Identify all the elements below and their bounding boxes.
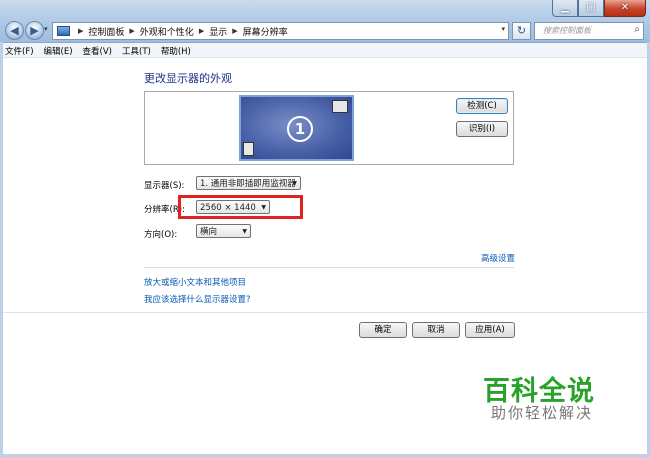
window-thumbnail-icon: [332, 100, 348, 113]
orientation-select[interactable]: 横向 ▼: [196, 224, 251, 238]
search-placeholder: 搜索控制面板: [543, 26, 591, 35]
refresh-button[interactable]: ↻: [512, 22, 531, 40]
breadcrumb-separator-icon[interactable]: ▶: [129, 27, 134, 35]
display-settings-help-link[interactable]: 我应该选择什么显示器设置?: [144, 293, 251, 305]
divider: [144, 267, 514, 268]
window-thumbnail-icon: [243, 142, 254, 156]
orientation-label: 方向(O):: [144, 230, 178, 240]
search-input[interactable]: 搜索控制面板 ⌕: [534, 22, 644, 40]
footer-divider: [3, 312, 647, 313]
maximize-button[interactable]: □: [578, 0, 604, 17]
chevron-down-icon: ▼: [242, 228, 247, 235]
recent-pages-dropdown[interactable]: ▾: [44, 25, 48, 33]
back-button[interactable]: ◀: [5, 21, 24, 40]
menu-bar: 文件(F) 编辑(E) 查看(V) 工具(T) 帮助(H): [0, 43, 650, 58]
page-title: 更改显示器的外观: [144, 72, 232, 85]
breadcrumb-appearance[interactable]: 外观和个性化: [140, 25, 194, 38]
menu-tools[interactable]: 工具(T): [117, 43, 156, 57]
address-bar[interactable]: ▶ 控制面板 ▶ 外观和个性化 ▶ 显示 ▶ 屏幕分辨率 ▾: [52, 22, 509, 40]
menu-file[interactable]: 文件(F): [0, 43, 39, 57]
search-icon[interactable]: ⌕: [634, 24, 640, 35]
close-button[interactable]: ✕: [604, 0, 646, 17]
apply-button[interactable]: 应用(A): [465, 322, 515, 338]
control-panel-icon: [57, 26, 70, 36]
breadcrumb-separator-icon[interactable]: ▶: [78, 27, 83, 35]
text-size-link[interactable]: 放大或缩小文本和其他项目: [144, 276, 246, 288]
menu-edit[interactable]: 编辑(E): [39, 43, 78, 57]
orientation-select-value: 横向: [200, 227, 218, 237]
monitor-1-tile[interactable]: 1: [239, 95, 354, 161]
display-select-value: 1. 通用非即插即用监视器: [200, 179, 296, 189]
display-label: 显示器(S):: [144, 181, 185, 191]
window-frame-left: [0, 42, 3, 457]
breadcrumb-display[interactable]: 显示: [209, 25, 227, 38]
breadcrumb-separator-icon[interactable]: ▶: [232, 27, 237, 35]
menu-help[interactable]: 帮助(H): [156, 43, 196, 57]
highlight-annotation-box: [178, 195, 303, 219]
chevron-down-icon: ▼: [292, 180, 297, 187]
breadcrumb-screen-resolution[interactable]: 屏幕分辨率: [243, 25, 288, 38]
minimize-button[interactable]: ▁: [552, 0, 578, 17]
window-controls: ▁ □ ✕: [552, 0, 646, 18]
detect-button[interactable]: 检测(C): [456, 98, 508, 114]
window-titlebar: ▁ □ ✕ ◀ ▶ ▾ ▶ 控制面板 ▶ 外观和个性化 ▶ 显示 ▶ 屏幕分辨率…: [0, 0, 650, 43]
forward-button[interactable]: ▶: [25, 21, 44, 40]
menu-view[interactable]: 查看(V): [78, 43, 117, 57]
ok-button[interactable]: 确定: [359, 322, 407, 338]
cancel-button[interactable]: 取消: [412, 322, 460, 338]
identify-button[interactable]: 识别(I): [456, 121, 508, 137]
breadcrumb-separator-icon[interactable]: ▶: [199, 27, 204, 35]
advanced-settings-link[interactable]: 高级设置: [481, 252, 515, 264]
watermark-subtitle: 助你轻松解决: [491, 404, 594, 422]
address-dropdown-icon[interactable]: ▾: [501, 25, 505, 33]
breadcrumb-control-panel[interactable]: 控制面板: [88, 25, 124, 38]
monitor-number-badge: 1: [287, 116, 313, 142]
display-select[interactable]: 1. 通用非即插即用监视器 ▼: [196, 176, 301, 190]
